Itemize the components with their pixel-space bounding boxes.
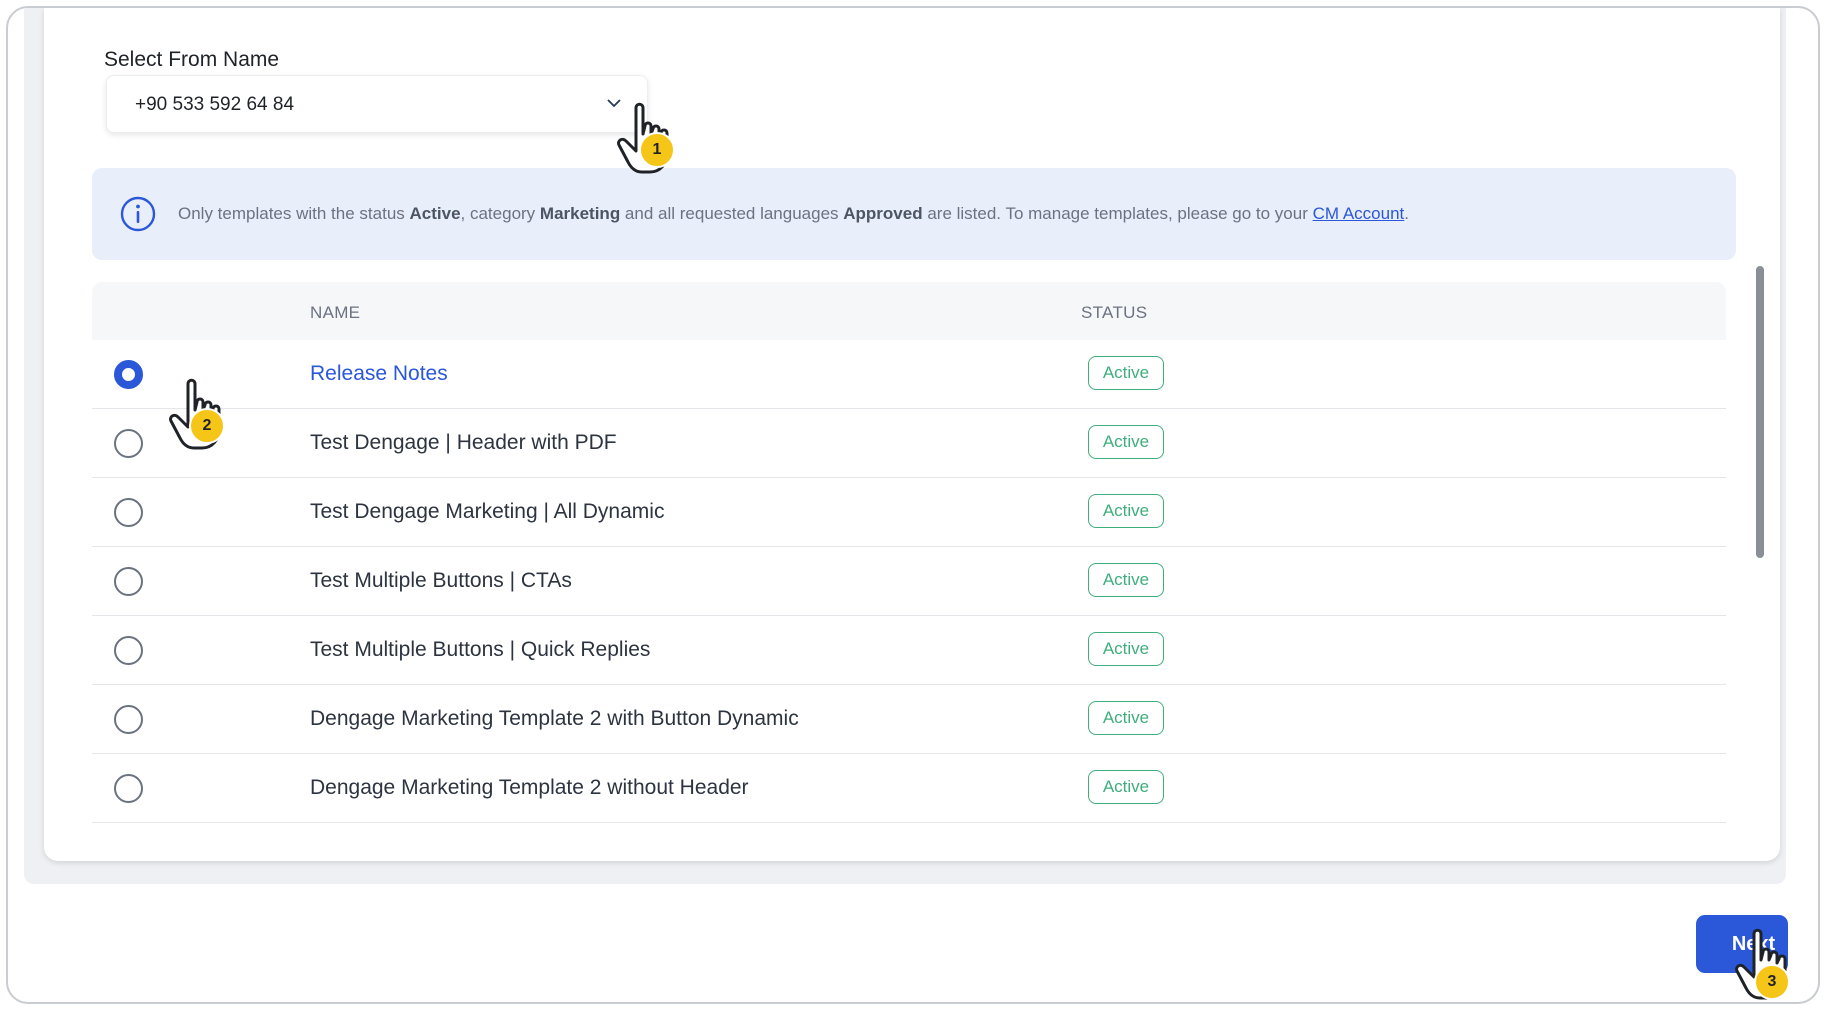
status-badge: Active: [1088, 563, 1164, 597]
template-name[interactable]: Test Dengage | Header with PDF: [310, 431, 617, 455]
table-row[interactable]: Dengage Marketing Template 2 with Button…: [92, 685, 1726, 754]
table-row[interactable]: Test Multiple Buttons | Quick Replies Ac…: [92, 616, 1726, 685]
row-radio[interactable]: [114, 429, 143, 458]
status-badge: Active: [1088, 494, 1164, 528]
status-badge: Active: [1088, 425, 1164, 459]
row-radio[interactable]: [114, 636, 143, 665]
row-radio[interactable]: [114, 567, 143, 596]
status-badge: Active: [1088, 356, 1164, 390]
status-badge: Active: [1088, 632, 1164, 666]
table-row[interactable]: Test Multiple Buttons | CTAs Active: [92, 547, 1726, 616]
step-badge: 1: [639, 132, 675, 168]
template-name[interactable]: Dengage Marketing Template 2 with Button…: [310, 707, 799, 731]
status-badge: Active: [1088, 701, 1164, 735]
info-icon: [120, 196, 156, 232]
table-row[interactable]: Test Dengage | Header with PDF Active: [92, 409, 1726, 478]
table-row[interactable]: Dengage Marketing Template 2 without Hea…: [92, 754, 1726, 823]
from-name-label: Select From Name: [104, 48, 280, 71]
template-name[interactable]: Test Multiple Buttons | CTAs: [310, 569, 572, 593]
table-row[interactable]: Release Notes Active: [92, 340, 1726, 409]
column-header-status: STATUS: [1081, 303, 1148, 322]
info-banner: Only templates with the status Active, c…: [92, 168, 1736, 260]
row-radio[interactable]: [114, 705, 143, 734]
step-badge: 2: [189, 408, 225, 444]
step-badge: 3: [1754, 964, 1790, 1000]
column-header-name: NAME: [310, 303, 361, 322]
app-frame: Select From Name +90 533 592 64 84 Only …: [6, 6, 1820, 1004]
template-name[interactable]: Release Notes: [310, 362, 448, 386]
cm-account-link[interactable]: CM Account: [1313, 204, 1405, 223]
row-radio[interactable]: [114, 774, 143, 803]
template-name[interactable]: Dengage Marketing Template 2 without Hea…: [310, 776, 749, 800]
row-radio[interactable]: [114, 498, 143, 527]
from-name-select[interactable]: +90 533 592 64 84: [106, 75, 648, 133]
table-header: NAME STATUS: [92, 282, 1726, 340]
row-radio-selected[interactable]: [114, 360, 143, 389]
template-name[interactable]: Test Dengage Marketing | All Dynamic: [310, 500, 664, 524]
table-scrollbar[interactable]: [1756, 266, 1764, 558]
from-name-value: +90 533 592 64 84: [135, 94, 295, 115]
status-badge: Active: [1088, 770, 1164, 804]
info-message: Only templates with the status Active, c…: [178, 204, 1409, 223]
table-row[interactable]: Test Dengage Marketing | All Dynamic Act…: [92, 478, 1726, 547]
template-name[interactable]: Test Multiple Buttons | Quick Replies: [310, 638, 650, 662]
